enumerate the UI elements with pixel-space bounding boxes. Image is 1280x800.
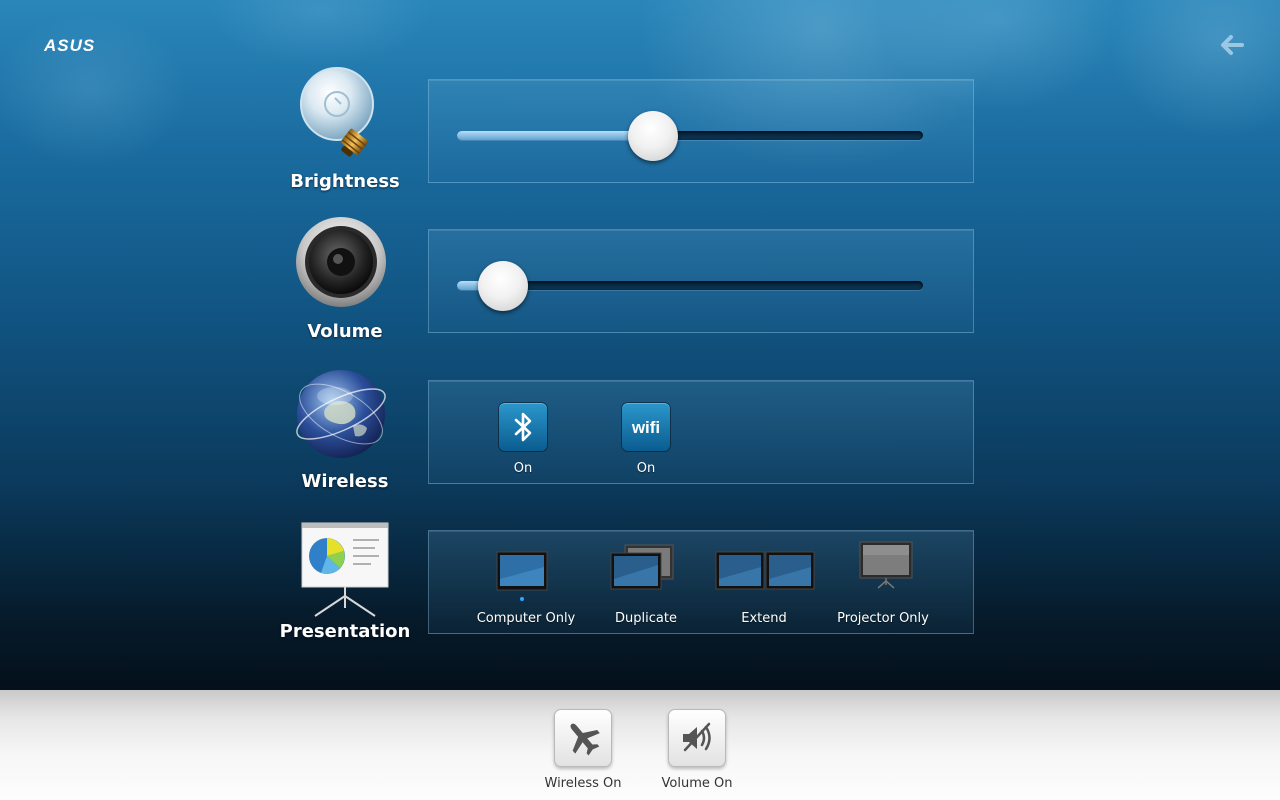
wireless-toggle-label: Wireless On	[544, 776, 622, 791]
mode-computer-only[interactable]	[495, 549, 549, 605]
asus-logo: ASUS	[44, 36, 95, 54]
airplane-icon	[570, 723, 600, 756]
projector-display-icon	[859, 541, 913, 589]
volume-panel	[428, 229, 974, 333]
brightness-slider[interactable]	[457, 111, 925, 161]
mode-label: Extend	[741, 611, 787, 626]
svg-text:wifi: wifi	[631, 418, 660, 437]
mode-label: Projector Only	[837, 611, 929, 626]
brightness-fill	[457, 131, 653, 140]
settings-screen: ASUS Brightness Volume Wireless On wifi …	[0, 0, 1280, 690]
mode-duplicate[interactable]	[609, 543, 677, 593]
volume-toggle-label: Volume On	[661, 776, 733, 791]
brightness-panel	[428, 79, 974, 183]
globe-icon	[296, 370, 386, 458]
mode-label: Computer Only	[476, 611, 576, 626]
svg-text:ASUS: ASUS	[44, 36, 95, 54]
mode-label: Duplicate	[615, 611, 677, 626]
mode-projector-only[interactable]	[859, 541, 913, 591]
speaker-icon	[296, 217, 386, 307]
wireless-label: Wireless	[301, 471, 389, 492]
mode-extend[interactable]	[715, 551, 815, 591]
speaker-mute-icon	[683, 722, 711, 752]
volume-slider[interactable]	[457, 261, 925, 311]
bluetooth-status: On	[513, 461, 533, 476]
presentation-panel: Computer Only Duplicate Extend Projector…	[428, 530, 974, 634]
lightbulb-icon	[300, 67, 374, 157]
brightness-label: Brightness	[290, 171, 400, 192]
mute-button[interactable]	[668, 709, 726, 767]
bluetooth-icon	[514, 412, 532, 442]
bottom-bar: Wireless On Volume On	[0, 690, 1280, 800]
wireless-panel: On wifi On	[428, 380, 974, 484]
wifi-icon: wifi	[631, 418, 660, 437]
wifi-status: On	[636, 461, 656, 476]
bluetooth-toggle[interactable]	[499, 403, 547, 451]
laptop-screen-icon	[496, 551, 548, 601]
duplicate-display-icon	[610, 544, 674, 590]
volume-label: Volume	[307, 321, 383, 342]
airplane-mode-button[interactable]	[554, 709, 612, 767]
wifi-toggle[interactable]: wifi	[622, 403, 670, 451]
arrow-left-icon[interactable]	[1216, 30, 1248, 60]
projector-screen-icon	[301, 522, 389, 617]
brightness-thumb[interactable]	[627, 111, 678, 161]
volume-thumb[interactable]	[477, 261, 528, 311]
presentation-label: Presentation	[279, 621, 411, 642]
extend-display-icon	[715, 551, 815, 590]
